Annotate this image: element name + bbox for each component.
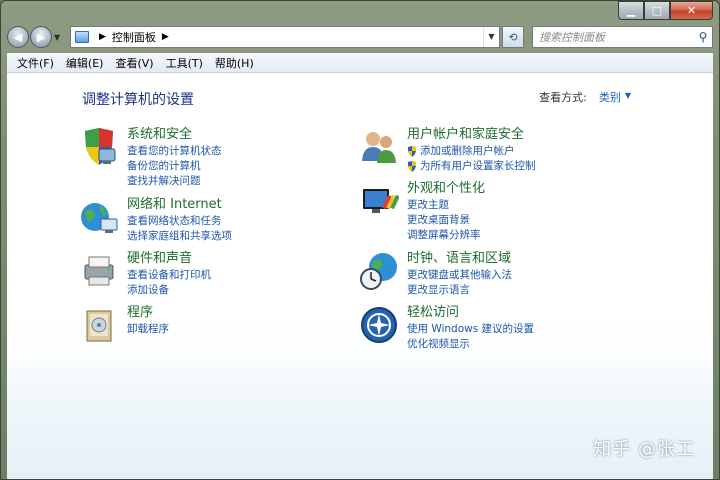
category-network-internet: 网络和 Internet 查看网络状态和任务 选择家庭组和共享选项 xyxy=(79,197,232,244)
link-text[interactable]: 添加或删除用户帐户 xyxy=(420,144,515,159)
content-area: 调整计算机的设置 查看方式: 类别 ▼ 系统和安全 查看您的计算机状态 备份您的… xyxy=(7,73,713,479)
category-title[interactable]: 程序 xyxy=(127,305,169,320)
link-change-theme[interactable]: 更改主题 xyxy=(407,198,485,213)
menu-help[interactable]: 帮助(H) xyxy=(209,55,260,71)
category-system-security: 系统和安全 查看您的计算机状态 备份您的计算机 查找并解决问题 xyxy=(79,127,222,189)
menu-file[interactable]: 文件(F) xyxy=(11,55,60,71)
category-title[interactable]: 轻松访问 xyxy=(407,305,534,320)
view-by-label: 查看方式: xyxy=(539,91,587,104)
category-appearance: 外观和个性化 更改主题 更改桌面背景 调整屏幕分辨率 xyxy=(359,181,485,243)
view-by: 查看方式: 类别 ▼ xyxy=(539,89,631,105)
link-add-remove-accounts[interactable]: 添加或删除用户帐户 xyxy=(407,144,536,159)
hardware-sound-icon[interactable] xyxy=(79,251,119,291)
category-clock-language: 时钟、语言和区域 更改键盘或其他输入法 更改显示语言 xyxy=(359,251,512,298)
menu-view[interactable]: 查看(V) xyxy=(109,55,159,71)
category-programs: 程序 卸载程序 xyxy=(79,305,169,345)
link-add-device[interactable]: 添加设备 xyxy=(127,283,211,298)
control-panel-icon xyxy=(75,31,89,43)
category-title[interactable]: 时钟、语言和区域 xyxy=(407,251,512,266)
link-text[interactable]: 为所有用户设置家长控制 xyxy=(420,159,536,174)
link-change-keyboard[interactable]: 更改键盘或其他输入法 xyxy=(407,268,512,283)
link-optimize-video-display[interactable]: 优化视频显示 xyxy=(407,337,534,352)
refresh-button[interactable]: ⟲ xyxy=(502,26,524,48)
address-dropdown-button[interactable]: ▼ xyxy=(483,27,499,47)
ease-of-access-icon[interactable] xyxy=(359,305,399,345)
appearance-icon[interactable] xyxy=(359,181,399,221)
chevron-right-icon[interactable]: ▶ xyxy=(99,32,106,42)
programs-icon[interactable] xyxy=(79,305,119,345)
link-troubleshoot[interactable]: 查找并解决问题 xyxy=(127,174,222,189)
menu-tools[interactable]: 工具(T) xyxy=(160,55,209,71)
category-title[interactable]: 系统和安全 xyxy=(127,127,222,142)
category-title[interactable]: 硬件和声音 xyxy=(127,251,211,266)
search-box[interactable]: 搜索控制面板 ⚲ xyxy=(532,26,713,48)
category-ease-of-access: 轻松访问 使用 Windows 建议的设置 优化视频显示 xyxy=(359,305,534,352)
link-parental-controls[interactable]: 为所有用户设置家长控制 xyxy=(407,159,536,174)
minimize-button[interactable]: ▁ xyxy=(618,1,644,20)
uac-shield-icon xyxy=(408,146,416,157)
back-button[interactable]: ◀ xyxy=(7,26,29,48)
view-by-dropdown[interactable]: 类别 xyxy=(599,89,621,105)
caption-buttons: ▁ □ ✕ xyxy=(618,1,713,20)
category-title[interactable]: 外观和个性化 xyxy=(407,181,485,196)
link-check-computer-status[interactable]: 查看您的计算机状态 xyxy=(127,144,222,159)
user-accounts-icon[interactable] xyxy=(359,127,399,167)
navigation-bar: ◀ ▶ ▼ ▶ 控制面板 ▶ ▼ ⟲ 搜索控制面板 ⚲ xyxy=(7,23,713,51)
link-network-status[interactable]: 查看网络状态和任务 xyxy=(127,214,232,229)
menu-edit[interactable]: 编辑(E) xyxy=(60,55,110,71)
uac-shield-icon xyxy=(408,161,416,172)
category-title[interactable]: 用户帐户和家庭安全 xyxy=(407,127,536,142)
link-homegroup-sharing[interactable]: 选择家庭组和共享选项 xyxy=(127,229,232,244)
link-backup-computer[interactable]: 备份您的计算机 xyxy=(127,159,222,174)
watermark: 知乎 @张工 xyxy=(593,439,695,460)
recent-pages-dropdown[interactable]: ▼ xyxy=(54,33,64,42)
category-title[interactable]: 网络和 Internet xyxy=(127,197,232,212)
chevron-right-icon[interactable]: ▶ xyxy=(162,32,169,42)
page-title: 调整计算机的设置 xyxy=(82,92,194,108)
link-screen-resolution[interactable]: 调整屏幕分辨率 xyxy=(407,228,485,243)
breadcrumb-control-panel[interactable]: 控制面板 xyxy=(112,29,156,45)
address-bar[interactable]: ▶ 控制面板 ▶ ▼ xyxy=(70,26,500,48)
control-panel-window: ▁ □ ✕ ◀ ▶ ▼ ▶ 控制面板 ▶ ▼ ⟲ 搜索控制面板 ⚲ 文件(F) … xyxy=(0,0,720,480)
menu-bar: 文件(F) 编辑(E) 查看(V) 工具(T) 帮助(H) xyxy=(7,53,713,73)
close-button[interactable]: ✕ xyxy=(670,1,713,20)
chevron-down-icon[interactable]: ▼ xyxy=(625,89,631,105)
maximize-button[interactable]: □ xyxy=(644,1,670,20)
link-uninstall-program[interactable]: 卸载程序 xyxy=(127,322,169,337)
clock-language-icon[interactable] xyxy=(359,251,399,291)
system-security-icon[interactable] xyxy=(79,127,119,167)
network-internet-icon[interactable] xyxy=(79,197,119,237)
link-change-background[interactable]: 更改桌面背景 xyxy=(407,213,485,228)
forward-button[interactable]: ▶ xyxy=(30,26,52,48)
search-icon[interactable]: ⚲ xyxy=(694,30,712,44)
search-input[interactable]: 搜索控制面板 xyxy=(539,29,694,45)
link-devices-printers[interactable]: 查看设备和打印机 xyxy=(127,268,211,283)
category-user-accounts: 用户帐户和家庭安全 添加或删除用户帐户 为所有用户设置家长控制 xyxy=(359,127,536,174)
link-recommended-settings[interactable]: 使用 Windows 建议的设置 xyxy=(407,322,534,337)
link-change-display-language[interactable]: 更改显示语言 xyxy=(407,283,512,298)
category-hardware-sound: 硬件和声音 查看设备和打印机 添加设备 xyxy=(79,251,211,298)
